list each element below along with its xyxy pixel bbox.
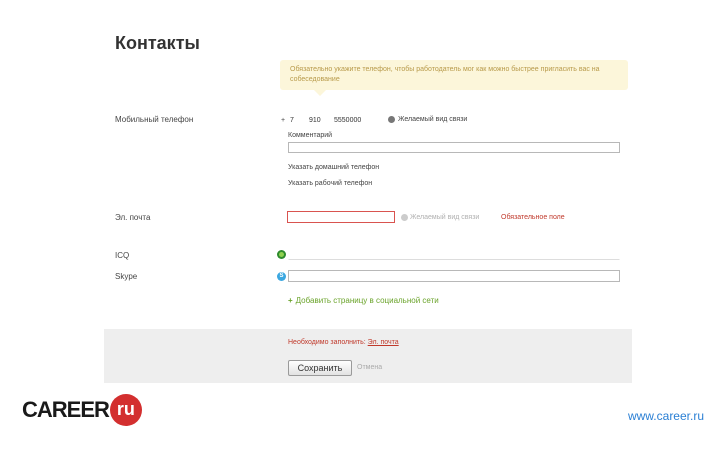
tooltip-arrow xyxy=(314,90,326,96)
plus-icon: + xyxy=(288,296,293,305)
phone-country-code-input[interactable] xyxy=(287,114,303,126)
add-social-link[interactable]: + Добавить страницу в социальной сети xyxy=(288,296,439,305)
skype-icon: S xyxy=(277,272,286,281)
career-logo: CAREER ru xyxy=(22,394,142,426)
phone-comment-link[interactable]: Комментарий xyxy=(288,132,332,139)
site-url: www.career.ru xyxy=(627,409,704,423)
form-footer-bar xyxy=(104,329,632,383)
icq-input[interactable] xyxy=(288,248,620,260)
email-label: Эл. почта xyxy=(115,213,151,222)
email-required-note: Обязательное поле xyxy=(501,214,565,221)
add-home-phone-link[interactable]: Указать домашний телефон xyxy=(288,164,379,171)
skype-input[interactable] xyxy=(288,270,620,282)
phone-preferred-radio[interactable] xyxy=(388,116,395,123)
save-button[interactable]: Сохранить xyxy=(288,360,352,376)
phone-preferred-label: Желаемый вид связи xyxy=(398,116,468,123)
email-input[interactable] xyxy=(287,211,395,223)
phone-area-code-input[interactable] xyxy=(306,114,328,126)
required-field-link[interactable]: Эл. почта xyxy=(368,339,399,346)
required-fields-prefix: Необходимо заполнить: xyxy=(288,339,366,346)
logo-text: CAREER xyxy=(22,397,110,422)
skype-label: Skype xyxy=(115,272,138,281)
phone-tooltip: Обязательно укажите телефон, чтобы работ… xyxy=(280,60,628,96)
phone-plus-sign: + xyxy=(281,117,286,124)
add-social-link-text: Добавить страницу в социальной сети xyxy=(295,296,439,305)
logo-ru-badge: ru xyxy=(109,394,142,426)
email-preferred-label: Желаемый вид связи xyxy=(410,214,480,221)
cancel-link[interactable]: Отмена xyxy=(357,364,382,371)
tooltip-text: Обязательно укажите телефон, чтобы работ… xyxy=(290,66,600,83)
email-preferred-radio[interactable] xyxy=(401,214,408,221)
phone-number-input[interactable] xyxy=(331,114,379,126)
required-fields-note: Необходимо заполнить: Эл. почта xyxy=(288,339,399,346)
page-title: Контакты xyxy=(115,33,200,53)
icq-label: ICQ xyxy=(115,251,130,260)
phone-comment-input[interactable] xyxy=(288,142,620,153)
mobile-phone-label: Мобильный телефон xyxy=(115,115,194,124)
add-work-phone-link[interactable]: Указать рабочий телефон xyxy=(288,180,372,187)
icq-icon xyxy=(277,250,286,259)
phone-comment-link-text: Комментарий xyxy=(288,132,333,139)
